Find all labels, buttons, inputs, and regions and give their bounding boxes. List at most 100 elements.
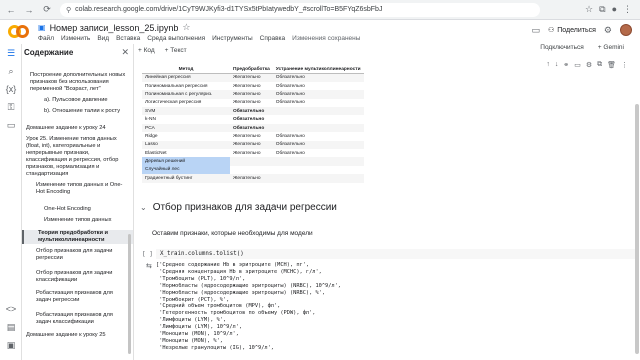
menu-insert[interactable]: Вставка bbox=[116, 35, 140, 42]
notebook-title[interactable]: Номер записи_lesson_25.ipynb bbox=[50, 23, 179, 33]
variables-icon[interactable]: {x} bbox=[0, 80, 22, 98]
chevron-down-icon[interactable]: ⌄ bbox=[140, 203, 147, 212]
colab-header: ▣ Номер записи_lesson_25.ipynb ☆ Файл Из… bbox=[0, 20, 640, 44]
code-snippets-icon[interactable]: <> bbox=[0, 300, 22, 318]
table-cell: Полиномиальная с регуляриз. bbox=[142, 90, 230, 99]
output-line: 'Нормобласты (ядросодержащие эритроциты)… bbox=[156, 289, 326, 296]
close-icon[interactable]: ✕ bbox=[121, 47, 129, 58]
toc-item[interactable]: Построение дополнительных новых признако… bbox=[22, 72, 133, 93]
toc-item[interactable]: Отбор признаков для задачи регрессии bbox=[22, 248, 133, 262]
profile-icon[interactable]: ● bbox=[612, 4, 617, 15]
toc-item[interactable]: One-Hot Encoding bbox=[22, 206, 133, 213]
toc-scrollbar[interactable] bbox=[128, 234, 131, 354]
add-text-button[interactable]: + Текст bbox=[165, 47, 187, 54]
table-cell: Желательно bbox=[233, 150, 261, 156]
menu-view[interactable]: Вид bbox=[97, 35, 109, 42]
browser-menu-icon[interactable]: ⋮ bbox=[623, 4, 632, 15]
toc-icon[interactable]: ☰ bbox=[0, 44, 22, 62]
table-cell: Желательно bbox=[230, 90, 273, 99]
table-row: SVM Обязательно bbox=[142, 107, 364, 116]
menu-tools[interactable]: Инструменты bbox=[212, 35, 253, 42]
avatar[interactable] bbox=[620, 24, 632, 36]
table-header: Метод bbox=[142, 66, 230, 74]
table-cell: Обязательно bbox=[233, 117, 265, 123]
colab-logo[interactable] bbox=[8, 25, 30, 39]
toc-item[interactable]: Домашнее задание к уроку 25 bbox=[22, 332, 133, 339]
section-description: Оставим признаки, которые необходимы для… bbox=[152, 230, 313, 237]
methods-table: Метод Предобработка Устранение мультикол… bbox=[142, 66, 364, 183]
toc-item[interactable]: Домашнее задание к уроку 24 bbox=[22, 125, 133, 132]
share-button[interactable]: ⚇ Поделиться bbox=[547, 26, 596, 35]
table-cell: k-NN bbox=[145, 117, 156, 123]
forward-icon[interactable]: → bbox=[22, 3, 36, 17]
output-line: 'Моноциты (MON), %', bbox=[156, 337, 223, 344]
toc-item[interactable]: Робастизация признаков для задач классиф… bbox=[22, 312, 133, 326]
toc-item[interactable]: b). Отношение талии к росту bbox=[22, 108, 133, 115]
icon-rail: ☰ ⌕ {x} ⚿ ▭ <> ▤ ▣ bbox=[0, 44, 22, 360]
toc-item[interactable]: Изменение типов данных bbox=[22, 217, 133, 224]
table-cell: Желательно bbox=[233, 133, 261, 139]
gemini-button[interactable]: + Gemini bbox=[598, 44, 624, 51]
table-cell: Желательно bbox=[230, 174, 273, 183]
menu-runtime[interactable]: Среда выполнения bbox=[147, 35, 205, 42]
menu-file[interactable]: Файл bbox=[38, 35, 54, 42]
toc-panel: Содержание ✕ Построение дополнительных н… bbox=[22, 44, 134, 360]
table-cell: Обязательно bbox=[272, 73, 364, 82]
main-scrollbar[interactable] bbox=[635, 104, 639, 354]
code-input[interactable]: X_train.columns.tolist() bbox=[156, 249, 636, 259]
bookmark-icon[interactable]: ☆ bbox=[585, 4, 593, 15]
add-code-button[interactable]: + Код bbox=[138, 47, 155, 54]
table-cell: Случайный лес bbox=[142, 165, 230, 175]
toc-item[interactable]: Изменение типов данных и One-Hot Encodin… bbox=[22, 182, 133, 196]
folder-icon[interactable]: ▭ bbox=[0, 116, 22, 134]
menu-edit[interactable]: Изменить bbox=[61, 35, 90, 42]
settings-gear-icon[interactable]: ⚙ bbox=[604, 25, 612, 36]
star-icon[interactable]: ☆ bbox=[182, 22, 190, 33]
toc-item[interactable]: Робастизация признаков для задач регресс… bbox=[22, 290, 133, 304]
command-palette-icon[interactable]: ▤ bbox=[0, 318, 22, 336]
table-row: Lasso Желательно Обязательно bbox=[142, 140, 364, 150]
table-cell bbox=[272, 123, 364, 133]
table-row: Полиномиальная с регуляриз. Желательно Обя… bbox=[142, 90, 364, 99]
table-cell: Lasso bbox=[142, 140, 230, 150]
toc-item[interactable]: Теория предобработки и мультиколлинеарно… bbox=[22, 230, 133, 244]
section-title: Отбор признаков для задачи регрессии bbox=[152, 202, 337, 213]
table-cell: Обязательно bbox=[230, 107, 273, 116]
run-cell-button[interactable]: [ ] bbox=[142, 251, 153, 258]
table-cell: PCA bbox=[142, 123, 230, 133]
secrets-key-icon[interactable]: ⚿ bbox=[0, 98, 22, 116]
url-bar[interactable]: ⚲ colab.research.google.com/drive/1CyT9W… bbox=[60, 2, 540, 17]
table-row: k-NN Обязательно bbox=[142, 115, 364, 123]
table-cell bbox=[272, 157, 364, 166]
output-line: 'Тромбоциты (PLT), 10^9/л', bbox=[156, 275, 246, 282]
reload-icon[interactable]: ⟳ bbox=[40, 3, 54, 17]
comment-icon[interactable]: ▭ bbox=[531, 25, 540, 36]
markdown-table-cell[interactable]: Метод Предобработка Устранение мультикол… bbox=[142, 66, 632, 212]
table-cell: Логистическая регрессия bbox=[145, 100, 202, 106]
code-cell[interactable]: [ ] X_train.columns.tolist() ⇆ ['Среднее… bbox=[140, 248, 636, 360]
table-cell: Обязательно bbox=[275, 133, 305, 139]
table-cell bbox=[230, 166, 273, 174]
output-line: 'Средняя концентрация Hb в эритроците (M… bbox=[156, 268, 322, 275]
toc-item[interactable]: Урок 25. Изменение типов данных (float, … bbox=[22, 136, 133, 178]
toc-item[interactable]: a). Пульсовое давление bbox=[22, 97, 133, 104]
menu-help[interactable]: Справка bbox=[260, 35, 286, 42]
search-icon[interactable]: ⌕ bbox=[0, 62, 22, 80]
output-options-icon[interactable]: ⇆ bbox=[146, 262, 152, 270]
connect-button[interactable]: Подключиться bbox=[540, 44, 584, 51]
share-icon: ⚇ bbox=[547, 27, 555, 34]
table-cell: Полиномиальная регрессия bbox=[145, 83, 208, 89]
table-cell bbox=[273, 166, 364, 174]
table-cell: Желательно bbox=[233, 83, 261, 89]
table-row: Логистическая регрессия Желательно Обязате… bbox=[142, 99, 364, 107]
output-line: 'Лимфоциты (LYM), 10^9/л', bbox=[156, 324, 243, 331]
browser-bar: ← → ⟳ ⚲ colab.research.google.com/drive/… bbox=[0, 0, 640, 20]
extensions-icon[interactable]: ⧉ bbox=[599, 4, 605, 15]
table-cell: Желательно bbox=[230, 73, 273, 82]
toc-item[interactable]: Отбор признаков для задачи классификации bbox=[22, 270, 133, 284]
table-cell: Обязательно bbox=[230, 123, 273, 133]
table-cell bbox=[272, 174, 364, 183]
back-icon[interactable]: ← bbox=[4, 3, 18, 17]
table-cell: Желательно bbox=[233, 100, 261, 106]
terminal-icon[interactable]: ▣ bbox=[0, 336, 22, 354]
